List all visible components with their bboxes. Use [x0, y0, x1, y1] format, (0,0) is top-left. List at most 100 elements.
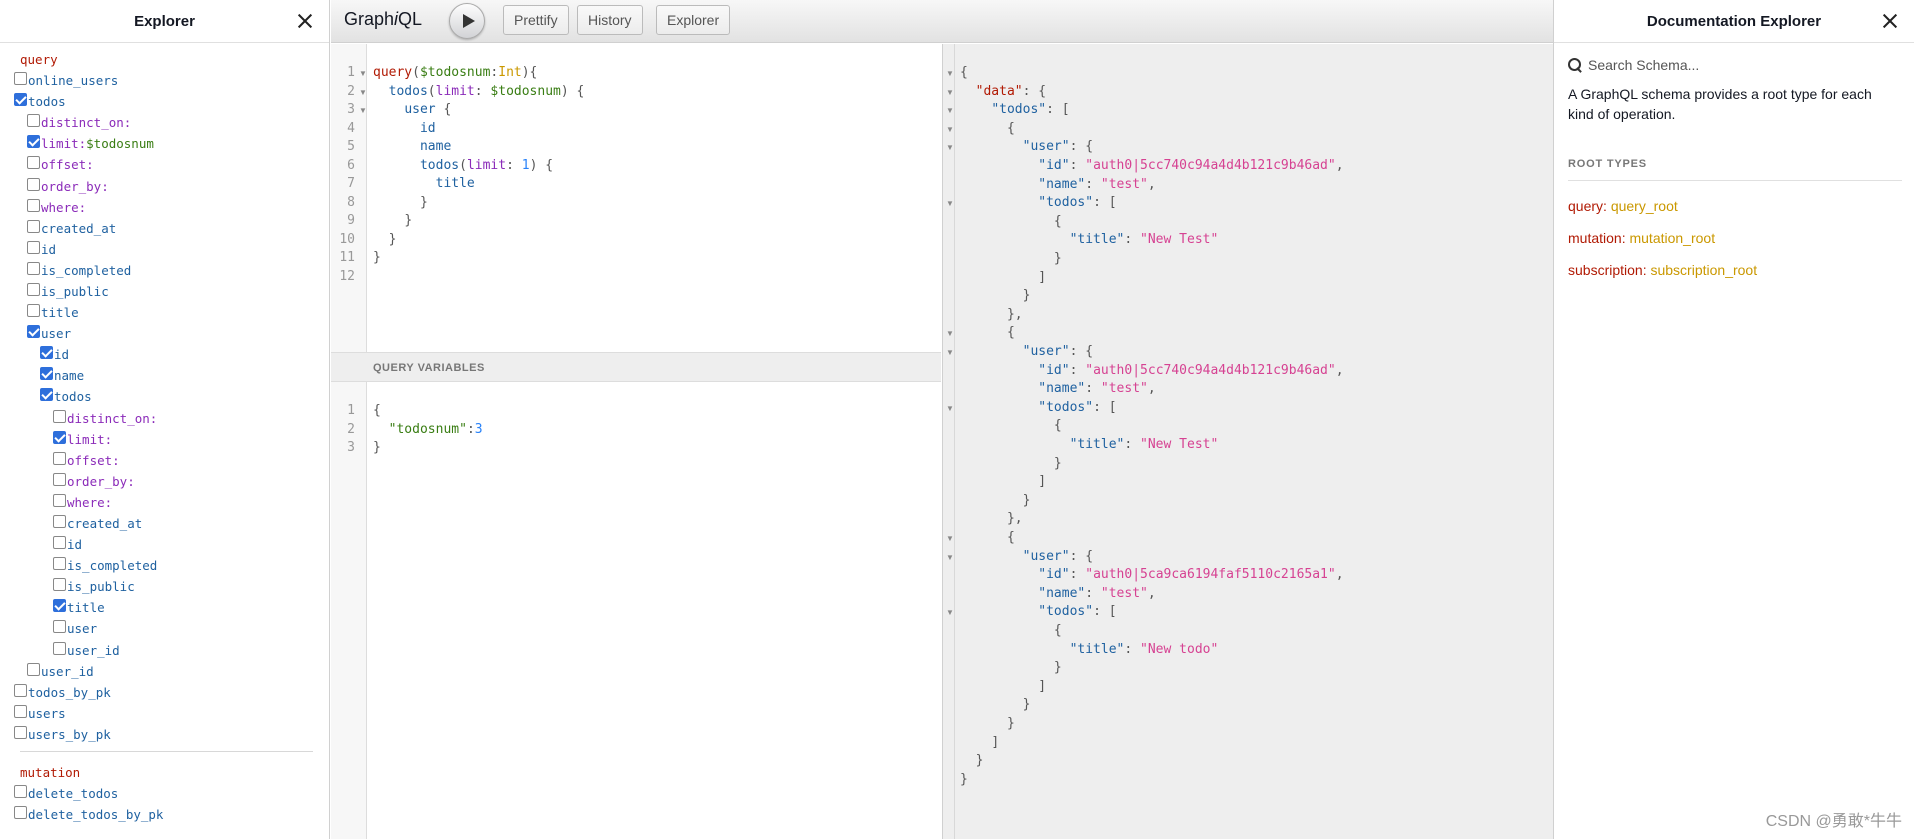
explorer-field-row[interactable]: limit: $todosnum — [14, 133, 321, 154]
field-checkbox[interactable] — [40, 388, 53, 402]
explorer-field-row[interactable]: user — [14, 618, 321, 639]
field-checkbox[interactable] — [27, 156, 40, 170]
fold-arrow-icon[interactable]: ▼ — [946, 534, 954, 543]
field-checkbox[interactable] — [14, 93, 27, 107]
field-checkbox[interactable] — [27, 135, 40, 149]
explorer-field-row[interactable]: is_public — [14, 281, 321, 302]
explorer-field-row[interactable]: todos_by_pk — [14, 682, 321, 703]
docs-search-input[interactable] — [1588, 57, 1888, 73]
fold-arrow-icon[interactable]: ▼ — [359, 106, 367, 115]
explorer-field-row[interactable]: where: — [14, 197, 321, 218]
fold-arrow-icon[interactable]: ▼ — [946, 199, 954, 208]
fold-arrow-icon[interactable]: ▼ — [946, 106, 954, 115]
query-editor[interactable]: 1 ▼ query($todosnum:Int){2 ▼ todos(limit: $… — [331, 44, 941, 352]
field-checkbox[interactable] — [14, 785, 27, 799]
explorer-field-row[interactable]: title — [14, 302, 321, 323]
explorer-field-row[interactable]: offset: — [14, 450, 321, 471]
explorer-field-row[interactable]: distinct_on: — [14, 112, 321, 133]
fold-arrow-icon[interactable]: ▼ — [946, 329, 954, 338]
explorer-field-row[interactable]: offset: — [14, 154, 321, 175]
explorer-field-row[interactable]: name — [14, 365, 321, 386]
explorer-close-icon[interactable] — [295, 11, 315, 31]
explorer-field-row[interactable]: delete_todos_by_pk — [14, 804, 321, 825]
field-checkbox[interactable] — [53, 409, 66, 423]
explorer-field-row[interactable]: user_id — [14, 640, 321, 661]
field-checkbox[interactable] — [53, 515, 66, 529]
field-checkbox[interactable] — [53, 578, 66, 592]
explorer-field-row[interactable]: user — [14, 323, 321, 344]
explorer-field-row[interactable]: limit: — [14, 429, 321, 450]
field-checkbox[interactable] — [53, 430, 66, 444]
explorer-field-row[interactable]: created_at — [14, 218, 321, 239]
field-checkbox[interactable] — [27, 325, 40, 339]
explorer-field-row[interactable]: order_by: — [14, 175, 321, 196]
fold-arrow-icon[interactable]: ▼ — [946, 69, 954, 78]
explorer-field-row[interactable]: user_id — [14, 661, 321, 682]
field-checkbox[interactable] — [27, 177, 40, 191]
explorer-field-row[interactable]: created_at — [14, 513, 321, 534]
fold-arrow-icon[interactable]: ▼ — [359, 69, 367, 78]
fold-arrow-icon[interactable]: ▼ — [946, 88, 954, 97]
explorer-field-row[interactable]: todos — [14, 386, 321, 407]
explorer-field-row[interactable]: todos — [14, 91, 321, 112]
root-type-link[interactable]: subscription_root — [1650, 262, 1757, 278]
explorer-field-row[interactable]: id — [14, 534, 321, 555]
field-checkbox[interactable] — [27, 219, 40, 233]
field-checkbox[interactable] — [53, 557, 66, 571]
fold-arrow-icon[interactable]: ▼ — [946, 553, 954, 562]
explorer-field-row[interactable]: id — [14, 344, 321, 365]
field-checkbox[interactable] — [53, 620, 66, 634]
field-checkbox[interactable] — [27, 261, 40, 275]
field-label: order_by: — [41, 178, 109, 194]
root-type-link[interactable]: mutation_root — [1629, 230, 1715, 246]
history-button[interactable]: History — [577, 5, 643, 35]
explorer-field-row[interactable]: online_users — [14, 70, 321, 91]
field-checkbox[interactable] — [14, 725, 27, 739]
fold-arrow-icon[interactable]: ▼ — [946, 348, 954, 357]
code-line: } — [960, 771, 968, 787]
explorer-field-row[interactable]: is_completed — [14, 260, 321, 281]
field-checkbox[interactable] — [27, 282, 40, 296]
explorer-field-row[interactable]: order_by: — [14, 471, 321, 492]
field-checkbox[interactable] — [27, 662, 40, 676]
field-checkbox[interactable] — [53, 451, 66, 465]
explorer-field-row[interactable]: users_by_pk — [14, 724, 321, 745]
field-checkbox[interactable] — [53, 641, 66, 655]
explorer-field-row[interactable]: is_completed — [14, 555, 321, 576]
fold-arrow-icon[interactable]: ▼ — [946, 404, 954, 413]
explorer-field-row[interactable]: delete_todos — [14, 783, 321, 804]
field-checkbox[interactable] — [27, 114, 40, 128]
fold-arrow-icon[interactable]: ▼ — [359, 88, 367, 97]
field-checkbox[interactable] — [27, 198, 40, 212]
explorer-field-row[interactable]: users — [14, 703, 321, 724]
variables-editor[interactable]: 1 {2 "todosnum":3 3} — [331, 382, 941, 839]
field-label: online_users — [28, 73, 119, 89]
field-checkbox[interactable] — [40, 367, 53, 381]
field-checkbox[interactable] — [14, 72, 27, 86]
fold-arrow-icon[interactable]: ▼ — [946, 608, 954, 617]
fold-arrow-icon[interactable]: ▼ — [946, 125, 954, 134]
field-checkbox[interactable] — [27, 304, 40, 318]
explorer-button[interactable]: Explorer — [656, 5, 731, 35]
root-type-link[interactable]: query_root — [1611, 198, 1678, 214]
run-query-button[interactable] — [449, 3, 485, 39]
field-checkbox[interactable] — [53, 599, 66, 613]
fold-arrow-icon[interactable]: ▼ — [946, 143, 954, 152]
query-variables-header[interactable]: QUERY VARIABLES — [331, 352, 941, 382]
field-checkbox[interactable] — [14, 806, 27, 820]
explorer-field-row[interactable]: where: — [14, 492, 321, 513]
field-checkbox[interactable] — [40, 346, 53, 360]
field-checkbox[interactable] — [14, 683, 27, 697]
explorer-field-row[interactable]: distinct_on: — [14, 408, 321, 429]
field-arg-value[interactable]: $todosnum — [86, 133, 154, 154]
explorer-field-row[interactable]: is_public — [14, 576, 321, 597]
prettify-button[interactable]: Prettify — [503, 5, 569, 35]
field-checkbox[interactable] — [14, 704, 27, 718]
explorer-field-row[interactable]: title — [14, 597, 321, 618]
field-checkbox[interactable] — [53, 536, 66, 550]
field-checkbox[interactable] — [53, 493, 66, 507]
field-checkbox[interactable] — [53, 472, 66, 486]
field-checkbox[interactable] — [27, 240, 40, 254]
explorer-field-row[interactable]: id — [14, 239, 321, 260]
docs-close-icon[interactable] — [1880, 11, 1900, 31]
